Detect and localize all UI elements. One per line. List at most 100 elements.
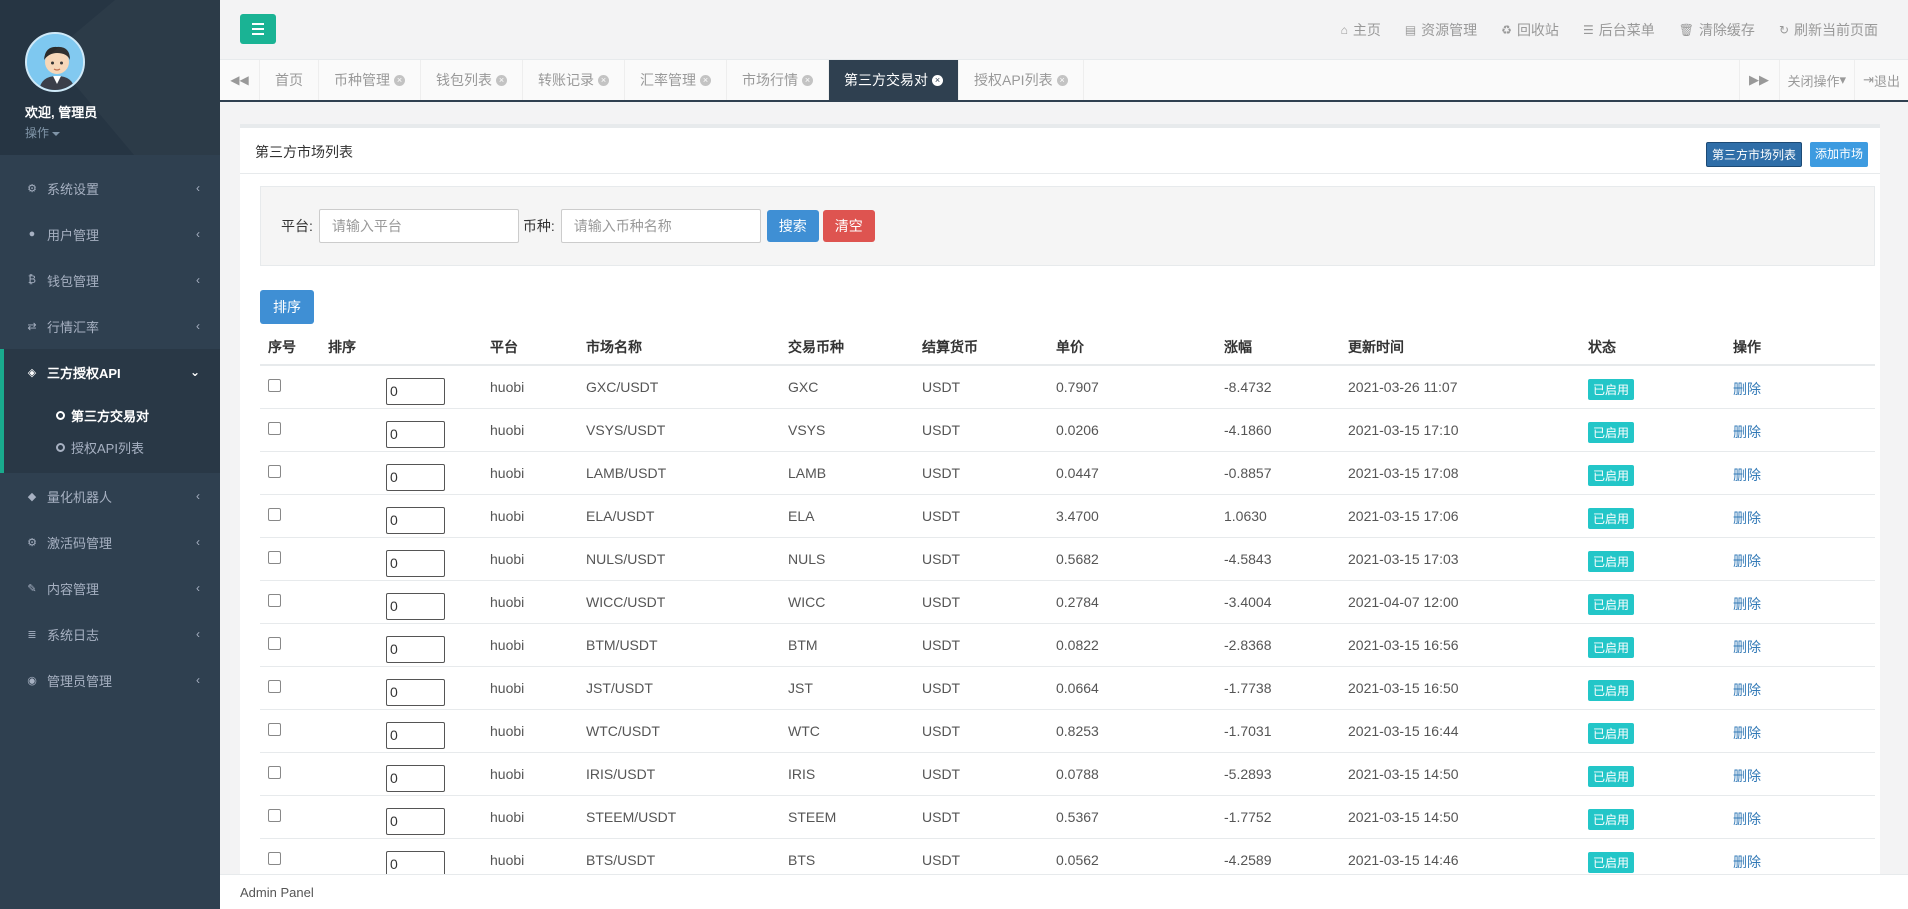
delete-link[interactable]: 删除 — [1733, 768, 1761, 784]
sort-input[interactable] — [386, 850, 445, 874]
row-checkbox[interactable] — [268, 722, 281, 736]
menu-toggle-button[interactable] — [240, 14, 276, 44]
resource-link-label: 资源管理 — [1421, 22, 1478, 38]
tab-trading-pairs[interactable]: 第三方交易对 × — [829, 60, 959, 100]
tab-home[interactable]: 首页 — [260, 60, 319, 100]
row-checkbox[interactable] — [268, 507, 281, 521]
sort-input[interactable] — [386, 635, 445, 663]
delete-link[interactable]: 删除 — [1733, 854, 1761, 870]
row-checkbox[interactable] — [268, 464, 281, 478]
resource-management-link[interactable]: ▤ 资源管理 — [1405, 20, 1477, 40]
action-cell: 删除 — [1725, 365, 1875, 409]
close-icon[interactable]: × — [1056, 74, 1068, 86]
sidebar-item-activation-codes[interactable]: ⚙ 激活码管理 ‹ — [0, 519, 220, 565]
add-market-button[interactable]: 添加市场 — [1809, 142, 1868, 167]
row-checkbox[interactable] — [268, 765, 281, 779]
sort-input[interactable] — [386, 807, 445, 835]
close-icon[interactable]: × — [394, 74, 405, 86]
delete-link[interactable]: 删除 — [1733, 725, 1761, 741]
sort-input[interactable] — [386, 678, 445, 706]
delete-link[interactable]: 删除 — [1733, 467, 1761, 483]
tab-transfer-records[interactable]: 转账记录 × — [523, 60, 625, 100]
row-checkbox[interactable] — [268, 679, 281, 693]
row-checkbox[interactable] — [268, 421, 281, 435]
delete-link[interactable]: 删除 — [1733, 424, 1761, 440]
row-checkbox[interactable] — [268, 636, 281, 650]
table-row: huobiLAMB/USDTLAMBUSDT0.0447-0.88572021-… — [260, 451, 1875, 495]
close-icon[interactable]: × — [700, 74, 711, 86]
platform-input[interactable] — [318, 209, 519, 243]
home-link-label: 主页 — [1352, 22, 1381, 38]
table-body: huobiGXC/USDTGXCUSDT0.7907-8.47322021-03… — [260, 365, 1875, 874]
sidebar-item-admin-management[interactable]: ◉ 管理员管理 ‹ — [0, 657, 220, 703]
sidebar-item-system-logs[interactable]: ≣ 系统日志 ‹ — [0, 611, 220, 657]
refresh-link-label: 刷新当前页面 — [1794, 22, 1878, 38]
tab-wallet-list[interactable]: 钱包列表 × — [421, 60, 523, 100]
avatar[interactable] — [25, 32, 85, 92]
tabs-scroll-right-button[interactable]: ▶▶ — [1738, 60, 1779, 100]
profile-ops-dropdown[interactable]: 操作 — [25, 124, 220, 141]
tab-exchange-rates[interactable]: 汇率管理 × — [625, 60, 727, 100]
clear-cache-link[interactable]: 🗑 清除缓存 — [1679, 20, 1755, 40]
status-cell: 已启用 — [1580, 580, 1725, 624]
sidebar-item-market-rates[interactable]: ⇄ 行情汇率 ‹ — [0, 303, 220, 349]
sort-input[interactable] — [386, 420, 445, 448]
sidebar-item-system-settings[interactable]: ⚙ 系统设置 ‹ — [0, 165, 220, 211]
sidebar-item-third-party-api[interactable]: ◈ 三方授权API ⌄ — [0, 349, 220, 395]
sort-input[interactable] — [386, 721, 445, 749]
tab-coin-management[interactable]: 币种管理 × — [319, 60, 421, 100]
tab-api-list[interactable]: 授权API列表 × — [959, 60, 1084, 100]
sidebar-item-quant-robot[interactable]: ◆ 量化机器人 ‹ — [0, 473, 220, 519]
row-checkbox[interactable] — [268, 379, 281, 392]
close-icon[interactable]: × — [598, 74, 609, 86]
row-checkbox[interactable] — [268, 593, 281, 607]
coin-input[interactable] — [560, 209, 761, 243]
row-checkbox-cell — [260, 451, 320, 495]
delete-link[interactable]: 删除 — [1733, 811, 1761, 827]
action-cell: 删除 — [1725, 494, 1875, 538]
search-button[interactable]: 搜索 — [766, 210, 819, 242]
close-icon[interactable]: × — [802, 74, 813, 86]
recycle-bin-link[interactable]: ♻ 回收站 — [1501, 20, 1559, 40]
delete-link[interactable]: 删除 — [1733, 553, 1761, 569]
close-icon[interactable]: × — [496, 74, 507, 86]
delete-link[interactable]: 删除 — [1733, 381, 1761, 397]
time-cell: 2021-03-15 14:46 — [1340, 838, 1580, 874]
clear-button[interactable]: 清空 — [822, 210, 875, 242]
row-checkbox[interactable] — [268, 550, 281, 564]
close-icon[interactable]: × — [932, 74, 943, 86]
tabs-scroll-left-button[interactable]: ◀◀ — [220, 60, 260, 100]
sort-input[interactable] — [386, 549, 445, 577]
sort-button[interactable]: 排序 — [260, 290, 314, 324]
home-link[interactable]: ⌂ 主页 — [1341, 20, 1381, 40]
coin-cell: VSYS — [780, 408, 914, 452]
close-ops-dropdown[interactable]: 关闭操作 ▾ — [1778, 60, 1855, 100]
sidebar-item-user-management[interactable]: ● 用户管理 ‹ — [0, 211, 220, 257]
sort-input[interactable] — [386, 377, 445, 405]
delete-link[interactable]: 删除 — [1733, 639, 1761, 655]
sort-input[interactable] — [386, 764, 445, 792]
submenu-item-trading-pairs[interactable]: 第三方交易对 — [56, 399, 220, 431]
row-checkbox[interactable] — [268, 808, 281, 822]
sort-input[interactable] — [386, 463, 445, 491]
sort-input[interactable] — [386, 506, 445, 534]
market-list-button[interactable]: 第三方市场列表 — [1705, 142, 1802, 167]
delete-link[interactable]: 删除 — [1733, 682, 1761, 698]
chevron-left-icon: ‹ — [196, 673, 200, 687]
sidebar-item-content-management[interactable]: ✎ 内容管理 ‹ — [0, 565, 220, 611]
logout-button[interactable]: ⇥ 退出 — [1854, 60, 1908, 100]
settle-cell: USDT — [914, 494, 1048, 538]
row-checkbox[interactable] — [268, 851, 281, 865]
delete-link[interactable]: 删除 — [1733, 510, 1761, 526]
backend-menu-link[interactable]: ☰ 后台菜单 — [1583, 20, 1655, 40]
sidebar-item-wallet-management[interactable]: ₿ 钱包管理 ‹ — [0, 257, 220, 303]
change-cell: -5.2893 — [1216, 752, 1340, 796]
delete-link[interactable]: 删除 — [1733, 596, 1761, 612]
sort-input[interactable] — [386, 592, 445, 620]
refresh-page-link[interactable]: ↻ 刷新当前页面 — [1779, 20, 1878, 40]
submenu-item-api-list[interactable]: 授权API列表 — [56, 431, 220, 463]
table-row: huobiNULS/USDTNULSUSDT0.5682-4.58432021-… — [260, 537, 1875, 581]
status-cell: 已启用 — [1580, 795, 1725, 839]
coin-cell: WICC — [780, 580, 914, 624]
tab-market-quotes[interactable]: 市场行情 × — [727, 60, 829, 100]
